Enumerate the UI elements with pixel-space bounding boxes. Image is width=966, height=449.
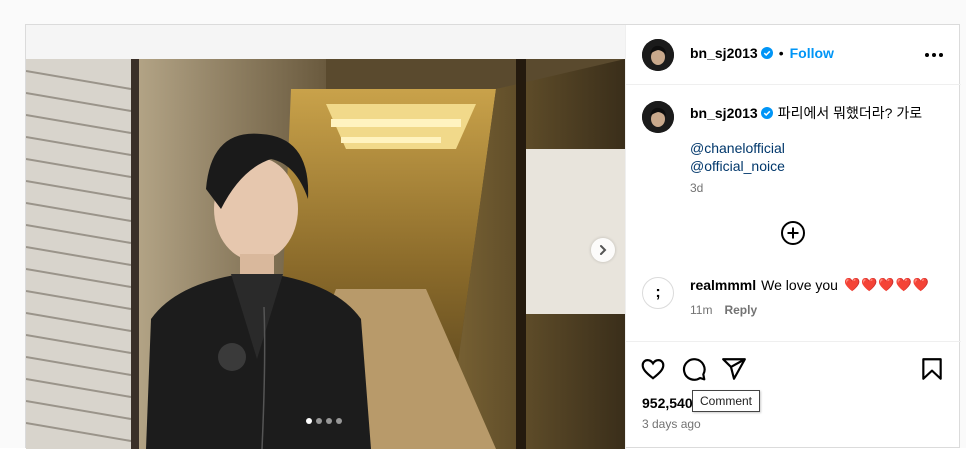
commenter-username[interactable]: realmmml (690, 277, 756, 293)
caption-line: bn_sj2013 파리에서 뭐했더라? 가로 (690, 103, 922, 123)
verified-badge-icon (760, 107, 773, 119)
author-avatar-image (642, 39, 674, 71)
carousel-dot-active (306, 418, 312, 424)
bookmark-icon (922, 358, 942, 380)
caption-text: 파리에서 뭐했더라? 가로 (777, 105, 923, 121)
author-avatar[interactable] (642, 39, 674, 71)
comment-text: We love you (761, 277, 838, 293)
comment-age: 11m (690, 303, 713, 317)
author-username[interactable]: bn_sj2013 (690, 45, 758, 61)
post-photo[interactable] (26, 59, 625, 449)
carousel-dot (336, 418, 342, 424)
header-separator: • (778, 45, 784, 61)
media-top-band (26, 25, 625, 59)
comment-line: realmmml We love you ❤️❤️❤️❤️❤️ (690, 277, 930, 293)
carousel-dot (316, 418, 322, 424)
caption-avatar-image (642, 101, 674, 133)
like-count[interactable]: 952,540 (642, 395, 693, 411)
post-date: 3 days ago (642, 417, 701, 431)
caption-age: 3d (690, 181, 704, 195)
carousel-next-button[interactable] (591, 238, 615, 262)
comment-button[interactable] (681, 356, 707, 382)
like-button[interactable] (640, 356, 666, 382)
share-icon (722, 358, 746, 380)
chevron-right-icon (600, 245, 607, 255)
caption-username[interactable]: bn_sj2013 (690, 105, 758, 121)
reply-button[interactable]: Reply (724, 303, 757, 317)
commenter-avatar[interactable]: ; (642, 277, 674, 309)
comment-hearts: ❤️❤️❤️❤️❤️ (843, 277, 930, 292)
post-header: bn_sj2013 • Follow (626, 25, 961, 85)
save-button[interactable] (919, 356, 945, 382)
comment-meta: 11m Reply (690, 303, 757, 317)
load-more-comments-button[interactable] (780, 220, 806, 246)
post-card: bn_sj2013 • Follow bn_sj2013 파리에서 뭐했더라? … (25, 24, 961, 449)
comment-icon (682, 358, 706, 381)
header-meta: bn_sj2013 • Follow (690, 45, 834, 61)
carousel-dot (326, 418, 332, 424)
carousel-dots (306, 418, 342, 424)
comment-tooltip: Comment (692, 390, 761, 412)
photo-illustration (26, 59, 625, 449)
caption-avatar[interactable] (642, 101, 674, 133)
more-options-button[interactable] (922, 43, 946, 67)
share-button[interactable] (721, 356, 747, 382)
mention-link[interactable]: @official_noice (690, 157, 785, 175)
plus-circle-icon (781, 221, 805, 245)
post-media (26, 25, 625, 449)
follow-button[interactable]: Follow (790, 45, 834, 61)
post-side-panel: bn_sj2013 • Follow bn_sj2013 파리에서 뭐했더라? … (625, 25, 961, 449)
verified-badge-icon (760, 47, 773, 59)
heart-icon (641, 359, 665, 380)
mention-link[interactable]: @chanelofficial (690, 139, 785, 157)
more-horizontal-icon (925, 53, 943, 57)
caption-mentions: @chanelofficial @official_noice (690, 139, 785, 175)
